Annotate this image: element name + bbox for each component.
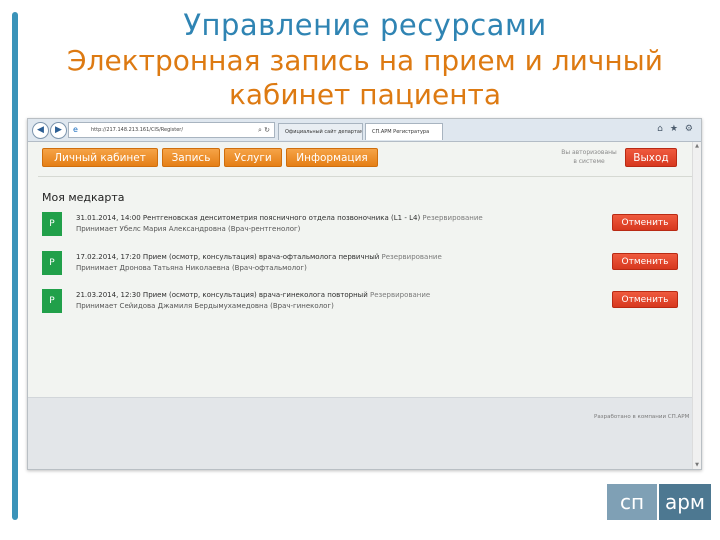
slide-subtitle-line2: кабинет пациента xyxy=(228,78,501,111)
status-badge: Р xyxy=(42,251,62,275)
record-doctor: Принимает Дронова Татьяна Николаевна (Вр… xyxy=(76,264,307,272)
cancel-button[interactable]: Отменить xyxy=(612,291,678,308)
page-footer: Разработано в компании СП.АРМ xyxy=(28,397,701,469)
cancel-button[interactable]: Отменить xyxy=(612,214,678,231)
record-row: Р 17.02.2014, 17:20 Прием (осмотр, консу… xyxy=(42,251,682,277)
url-text: http://217.148.213.161/CIS/Register/ xyxy=(91,127,184,133)
tab-sparm-registry[interactable]: СП.АРМ Регистратура xyxy=(365,123,443,140)
logo-left-part: сп xyxy=(607,484,657,520)
address-bar[interactable]: e http://217.148.213.161/CIS/Register/ ⌕… xyxy=(68,122,275,138)
divider xyxy=(38,176,693,177)
tab-official-site[interactable]: Официальный сайт департам... xyxy=(278,123,363,140)
scroll-up-icon[interactable]: ▲ xyxy=(693,143,701,149)
login-status: Вы авторизованы в системе xyxy=(561,149,617,165)
slide-accent-bar xyxy=(12,12,18,520)
record-state: Резервирование xyxy=(369,291,431,299)
menu-appointment[interactable]: Запись xyxy=(162,148,220,167)
search-icon[interactable]: ⌕ xyxy=(258,126,262,134)
record-doctor: Принимает Сейидова Джамиля Бердымухамедо… xyxy=(76,302,334,310)
record-state: Резервирование xyxy=(422,214,483,222)
status-badge: Р xyxy=(42,289,62,313)
logo-right-part: арм xyxy=(659,484,711,520)
gear-icon[interactable]: ⚙ xyxy=(685,124,693,134)
home-icon[interactable]: ⌂ xyxy=(657,124,663,134)
browser-toolbar: ◀ ▶ e http://217.148.213.161/CIS/Registe… xyxy=(28,119,701,142)
record-title: 31.01.2014, 14:00 Рентгеновская денситом… xyxy=(76,214,421,222)
scrollbar[interactable]: ▲ ▼ xyxy=(692,142,701,469)
record-state: Резервирование xyxy=(381,253,442,261)
forward-icon[interactable]: ▶ xyxy=(50,122,67,139)
company-logo: сп арм xyxy=(607,484,711,520)
exit-button[interactable]: Выход xyxy=(625,148,677,167)
developer-note: Разработано в компании СП.АРМ xyxy=(594,414,690,420)
page-content: Личный кабинет Запись Услуги Информация … xyxy=(28,142,701,469)
refresh-icon[interactable]: ↻ xyxy=(264,126,270,134)
star-icon[interactable]: ★ xyxy=(670,124,678,134)
slide-subtitle-line1: Электронная запись на прием и личный xyxy=(67,44,663,77)
section-title: Моя медкарта xyxy=(42,191,125,204)
cancel-button[interactable]: Отменить xyxy=(612,253,678,270)
browser-window: ◀ ▶ e http://217.148.213.161/CIS/Registe… xyxy=(27,118,702,470)
status-badge: Р xyxy=(42,212,62,236)
scroll-down-icon[interactable]: ▼ xyxy=(693,462,701,468)
record-title: 17.02.2014, 17:20 Прием (осмотр, консуль… xyxy=(76,253,380,261)
menu-personal-account[interactable]: Личный кабинет xyxy=(42,148,158,167)
record-doctor: Принимает Убелс Мария Александровна (Вра… xyxy=(76,225,301,233)
slide-title: Управление ресурсами xyxy=(183,8,547,42)
site-icon: e xyxy=(73,125,78,134)
record-row: Р 31.01.2014, 14:00 Рентгеновская денсит… xyxy=(42,212,682,238)
menu-information[interactable]: Информация xyxy=(286,148,378,167)
menu-services[interactable]: Услуги xyxy=(224,148,282,167)
record-title: 21.03.2014, 12:30 Прием (осмотр, консуль… xyxy=(76,291,368,299)
back-icon[interactable]: ◀ xyxy=(32,122,49,139)
record-row: Р 21.03.2014, 12:30 Прием (осмотр, консу… xyxy=(42,289,682,315)
